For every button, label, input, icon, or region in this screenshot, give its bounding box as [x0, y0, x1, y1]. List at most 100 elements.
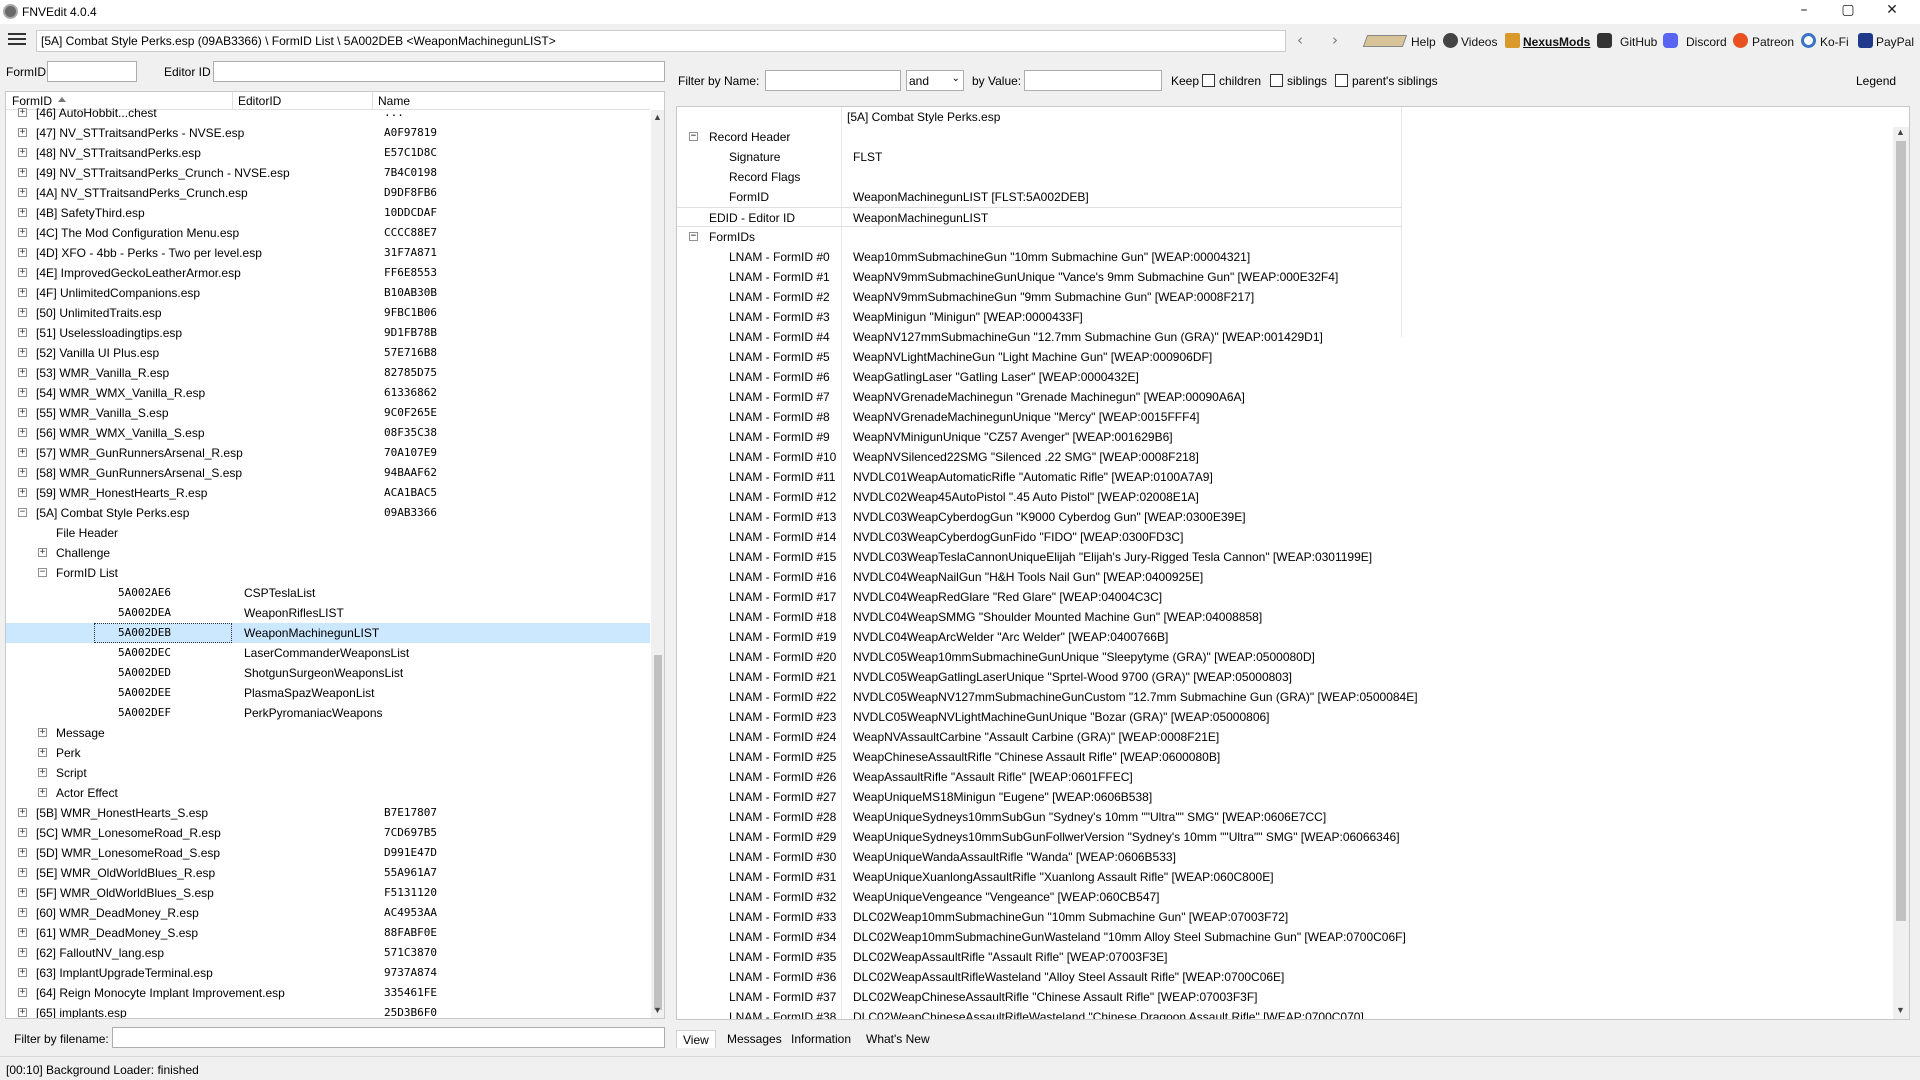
tree-row[interactable]: + [5E] WMR_OldWorldBlues_R.esp 55A961A7 [6, 863, 650, 883]
editorid-input[interactable] [213, 61, 665, 82]
record-row[interactable]: EDID - Editor ID WeaponMachinegunLIST [677, 207, 1402, 227]
tab-whats-new[interactable]: What's New [860, 1030, 936, 1048]
record-row[interactable]: LNAM - FormID #33 DLC02Weap10mmSubmachine… [677, 907, 1891, 927]
collapse-icon[interactable]: − [18, 508, 27, 517]
scroll-down-icon[interactable]: ▼ [653, 1005, 662, 1015]
tree-row[interactable]: + [4F] UnlimitedCompanions.esp B10AB30B [6, 283, 650, 303]
tree-row[interactable]: + Actor Effect [6, 783, 650, 803]
expand-icon[interactable]: + [18, 148, 27, 157]
expand-icon[interactable]: + [18, 328, 27, 337]
tree-row[interactable]: + [59] WMR_HonestHearts_R.esp ACA1BAC5 [6, 483, 650, 503]
expand-icon[interactable]: + [18, 928, 27, 937]
record-row[interactable]: LNAM - FormID #24 WeapNVAssaultCarbine "A… [677, 727, 1891, 747]
record-field-value[interactable]: DLC02Weap10mmSubmachineGunWasteland "10m… [853, 930, 1406, 944]
record-field-value[interactable]: FLST [853, 150, 882, 164]
plugin-tree[interactable]: FormID EditorID Name + [46] AutoHobbit...… [5, 91, 665, 1019]
tree-row[interactable]: + [54] WMR_WMX_Vanilla_R.esp 61336862 [6, 383, 650, 403]
paypal-link[interactable]: PayPal [1876, 35, 1914, 49]
record-field-value[interactable]: WeapNV9mmSubmachineGunUnique "Vance's 9m… [853, 270, 1338, 284]
tab-view[interactable]: View [676, 1030, 716, 1048]
expand-icon[interactable]: + [18, 128, 27, 137]
record-field-value[interactable]: WeaponMachinegunLIST [853, 211, 988, 225]
help-link[interactable]: Help [1411, 35, 1436, 49]
expand-icon[interactable]: + [18, 408, 27, 417]
tree-row[interactable]: + [61] WMR_DeadMoney_S.esp 88FABF0E [6, 923, 650, 943]
tree-row[interactable]: + [56] WMR_WMX_Vanilla_S.esp 08F35C38 [6, 423, 650, 443]
record-row[interactable]: LNAM - FormID #38 DLC02WeapChineseAssault… [677, 1007, 1891, 1019]
record-row[interactable]: LNAM - FormID #15 NVDLC03WeapTeslaCannonU… [677, 547, 1891, 567]
record-field-value[interactable]: NVDLC05WeapNV127mmSubmachineGunCustom "1… [853, 690, 1418, 704]
tree-row[interactable]: 5A002DEF PerkPyromaniacWeapons [6, 703, 650, 723]
scroll-up-icon[interactable]: ▲ [653, 112, 662, 122]
record-field-value[interactable]: DLC02WeapAssaultRifle "Assault Rifle" [W… [853, 950, 1167, 964]
record-row[interactable]: LNAM - FormID #21 NVDLC05WeapGatlingLaser… [677, 667, 1891, 687]
expand-icon[interactable]: + [18, 988, 27, 997]
record-field-value[interactable]: DLC02WeapChineseAssaultRifleWasteland "C… [853, 1010, 1364, 1019]
record-field-value[interactable]: WeapNVMinigunUnique "CZ57 Avenger" [WEAP… [853, 430, 1173, 444]
record-row[interactable]: LNAM - FormID #11 NVDLC01WeapAutomaticRif… [677, 467, 1891, 487]
children-checkbox[interactable] [1202, 73, 1215, 88]
expand-icon[interactable]: + [38, 748, 47, 757]
videos-icon[interactable] [1443, 33, 1458, 48]
expand-icon[interactable]: + [38, 768, 47, 777]
tree-row[interactable]: + [58] WMR_GunRunnersArsenal_S.esp 94BAAF6… [6, 463, 650, 483]
expand-icon[interactable]: + [18, 348, 27, 357]
tab-messages[interactable]: Messages [721, 1030, 788, 1048]
record-field-value[interactable]: WeapGatlingLaser "Gatling Laser" [WEAP:0… [853, 370, 1139, 384]
record-row[interactable]: LNAM - FormID #32 WeapUniqueVengeance "Ve… [677, 887, 1891, 907]
close-button[interactable]: ✕ [1870, 0, 1914, 22]
record-row[interactable]: LNAM - FormID #16 NVDLC04WeapNailGun "H&H… [677, 567, 1891, 587]
record-row[interactable]: LNAM - FormID #26 WeapAssaultRifle "Assau… [677, 767, 1891, 787]
record-row[interactable]: LNAM - FormID #4 WeapNV127mmSubmachineGun… [677, 327, 1891, 347]
expand-icon[interactable]: + [18, 188, 27, 197]
expand-icon[interactable]: + [18, 488, 27, 497]
expand-icon[interactable]: + [18, 268, 27, 277]
tree-row[interactable]: + Script [6, 763, 650, 783]
tree-row[interactable]: 5A002DEE PlasmaSpazWeaponList [6, 683, 650, 703]
record-field-value[interactable]: WeapUniqueMS18Minigun "Eugene" [WEAP:060… [853, 790, 1152, 804]
expand-icon[interactable]: + [18, 168, 27, 177]
record-field-value[interactable]: WeapUniqueVengeance "Vengeance" [WEAP:06… [853, 890, 1160, 904]
record-row[interactable]: LNAM - FormID #7 WeapNVGrenadeMachinegun … [677, 387, 1891, 407]
record-field-value[interactable]: WeapUniqueSydneys10mmSubGun "Sydney's 10… [853, 810, 1326, 824]
filter-value-input[interactable] [1024, 70, 1162, 91]
record-row[interactable]: LNAM - FormID #13 NVDLC03WeapCyberdogGun … [677, 507, 1891, 527]
record-field-value[interactable]: DLC02Weap10mmSubmachineGun "10mm Submach… [853, 910, 1288, 924]
parents-siblings-checkbox[interactable] [1335, 73, 1348, 88]
record-field-value[interactable]: WeapNVLightMachineGun "Light Machine Gun… [853, 350, 1212, 364]
tree-row[interactable]: + [4E] ImprovedGeckoLeatherArmor.esp FF6E8… [6, 263, 650, 283]
tree-row[interactable]: + [4B] SafetyThird.esp 10DDCDAF [6, 203, 650, 223]
record-path-field[interactable]: [5A] Combat Style Perks.esp (09AB3366) \… [36, 30, 1286, 52]
patreon-icon[interactable] [1733, 33, 1748, 48]
record-field-value[interactable]: WeapUniqueSydneys10mmSubGunFollwerVersio… [853, 830, 1400, 844]
record-field-value[interactable]: WeapNV127mmSubmachineGun "12.7mm Submach… [853, 330, 1323, 344]
record-field-value[interactable]: NVDLC03WeapCyberdogGun "K9000 Cyberdog G… [853, 510, 1246, 524]
tree-row[interactable]: + [57] WMR_GunRunnersArsenal_R.esp 70A107E… [6, 443, 650, 463]
expand-icon[interactable]: + [38, 548, 47, 557]
tree-row[interactable]: − [5A] Combat Style Perks.esp 09AB3366 [6, 503, 650, 523]
record-field-value[interactable]: NVDLC05WeapGatlingLaserUnique "Sprtel-Wo… [853, 670, 1292, 684]
collapse-icon[interactable]: − [38, 568, 47, 577]
record-row[interactable]: LNAM - FormID #17 NVDLC04WeapRedGlare "Re… [677, 587, 1891, 607]
tree-row[interactable]: + [53] WMR_Vanilla_R.esp 82785D75 [6, 363, 650, 383]
tree-row[interactable]: + [55] WMR_Vanilla_S.esp 9C0F265E [6, 403, 650, 423]
tree-row[interactable]: + [50] UnlimitedTraits.esp 9FBC1B06 [6, 303, 650, 323]
filter-name-input[interactable] [765, 70, 901, 91]
tree-row[interactable]: + [51] Uselessloadingtips.esp 9D1FB78B [6, 323, 650, 343]
github-link[interactable]: GitHub [1620, 35, 1657, 49]
expand-icon[interactable]: + [18, 848, 27, 857]
record-row[interactable]: LNAM - FormID #12 NVDLC02Weap45AutoPistol… [677, 487, 1891, 507]
expand-icon[interactable]: + [18, 388, 27, 397]
record-field-value[interactable]: NVDLC05Weap10mmSubmachineGunUnique "Slee… [853, 650, 1315, 664]
record-field-value[interactable]: WeapChineseAssaultRifle "Chinese Assault… [853, 750, 1220, 764]
github-icon[interactable] [1597, 33, 1612, 48]
tree-row[interactable]: + [63] ImplantUpgradeTerminal.esp 9737A874 [6, 963, 650, 983]
record-row[interactable]: LNAM - FormID #18 NVDLC04WeapSMMG "Should… [677, 607, 1891, 627]
record-row[interactable]: LNAM - FormID #1 WeapNV9mmSubmachineGunUn… [677, 267, 1891, 287]
forward-arrow-icon[interactable]: › [1332, 31, 1338, 49]
expand-icon[interactable]: + [18, 288, 27, 297]
record-field-value[interactable]: WeapUniqueXuanlongAssaultRifle "Xuanlong… [853, 870, 1274, 884]
siblings-checkbox[interactable] [1270, 73, 1283, 88]
expand-icon[interactable]: + [18, 308, 27, 317]
tree-row[interactable]: + [52] Vanilla UI Plus.esp 57E716B8 [6, 343, 650, 363]
